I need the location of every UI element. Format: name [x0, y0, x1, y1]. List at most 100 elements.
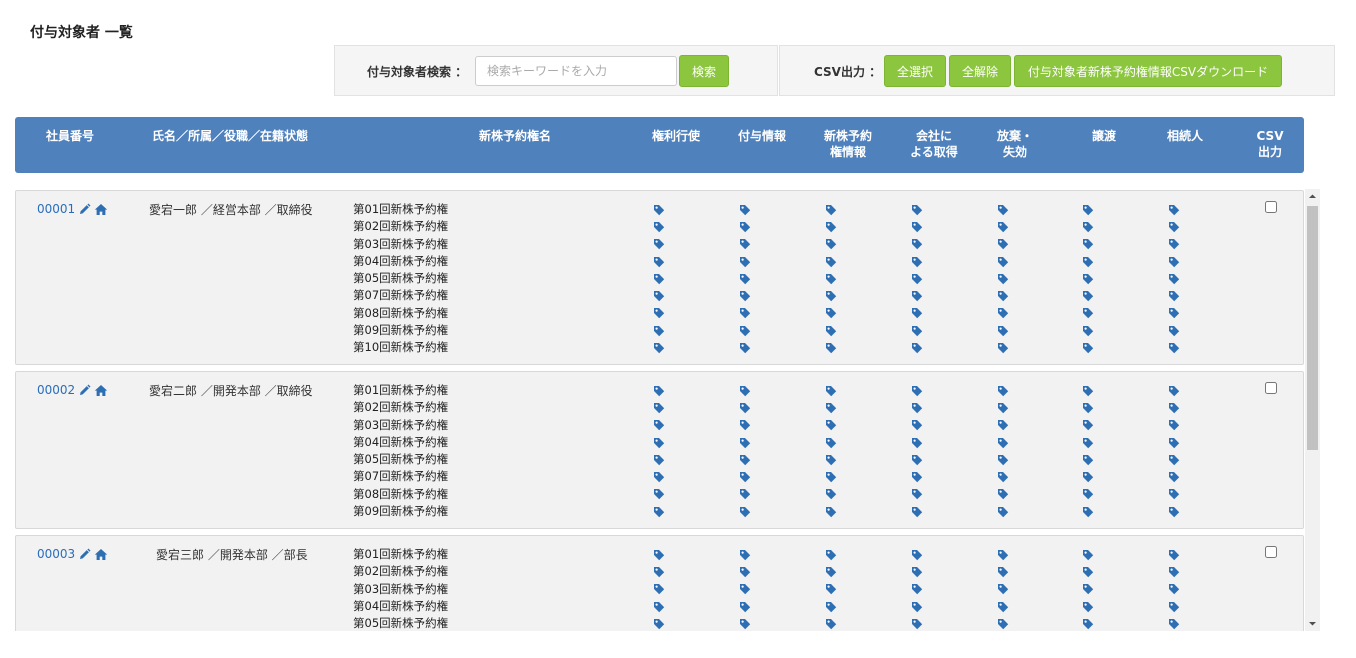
tag-icon[interactable] — [739, 305, 751, 322]
employee-id-link[interactable]: 00003 — [37, 547, 75, 561]
tag-icon[interactable] — [997, 399, 1009, 416]
tag-icon[interactable] — [911, 305, 923, 322]
tag-icon[interactable] — [825, 598, 837, 615]
tag-icon[interactable] — [911, 270, 923, 287]
tag-icon[interactable] — [1082, 417, 1094, 434]
tag-icon[interactable] — [653, 287, 665, 304]
tag-icon[interactable] — [911, 417, 923, 434]
tag-icon[interactable] — [911, 615, 923, 631]
tag-icon[interactable] — [825, 563, 837, 580]
tag-icon[interactable] — [1168, 399, 1180, 416]
tag-icon[interactable] — [911, 581, 923, 598]
tag-icon[interactable] — [1082, 546, 1094, 563]
tag-icon[interactable] — [825, 218, 837, 235]
tag-icon[interactable] — [1082, 253, 1094, 270]
tag-icon[interactable] — [1082, 201, 1094, 218]
tag-icon[interactable] — [653, 451, 665, 468]
tag-icon[interactable] — [911, 434, 923, 451]
search-button[interactable]: 検索 — [679, 55, 729, 87]
tag-icon[interactable] — [997, 382, 1009, 399]
employee-id-link[interactable]: 00001 — [37, 202, 75, 216]
search-input[interactable] — [475, 56, 677, 86]
tag-icon[interactable] — [1082, 399, 1094, 416]
tag-icon[interactable] — [1168, 322, 1180, 339]
tag-icon[interactable] — [1082, 563, 1094, 580]
tag-icon[interactable] — [911, 201, 923, 218]
tag-icon[interactable] — [1168, 434, 1180, 451]
tag-icon[interactable] — [825, 201, 837, 218]
tag-icon[interactable] — [911, 236, 923, 253]
tag-icon[interactable] — [1082, 598, 1094, 615]
tag-icon[interactable] — [911, 503, 923, 520]
tag-icon[interactable] — [997, 201, 1009, 218]
tag-icon[interactable] — [739, 218, 751, 235]
tag-icon[interactable] — [825, 382, 837, 399]
tag-icon[interactable] — [997, 434, 1009, 451]
tag-icon[interactable] — [997, 486, 1009, 503]
tag-icon[interactable] — [825, 581, 837, 598]
home-icon[interactable] — [94, 203, 108, 216]
tag-icon[interactable] — [997, 236, 1009, 253]
tag-icon[interactable] — [1082, 270, 1094, 287]
tag-icon[interactable] — [825, 253, 837, 270]
tag-icon[interactable] — [653, 270, 665, 287]
tag-icon[interactable] — [1168, 581, 1180, 598]
tag-icon[interactable] — [825, 399, 837, 416]
tag-icon[interactable] — [825, 451, 837, 468]
tag-icon[interactable] — [1168, 451, 1180, 468]
tag-icon[interactable] — [653, 339, 665, 356]
tag-icon[interactable] — [653, 503, 665, 520]
tag-icon[interactable] — [825, 615, 837, 631]
tag-icon[interactable] — [653, 546, 665, 563]
tag-icon[interactable] — [911, 563, 923, 580]
tag-icon[interactable] — [1168, 468, 1180, 485]
tag-icon[interactable] — [653, 598, 665, 615]
tag-icon[interactable] — [997, 451, 1009, 468]
tag-icon[interactable] — [1168, 503, 1180, 520]
tag-icon[interactable] — [739, 399, 751, 416]
tag-icon[interactable] — [1082, 486, 1094, 503]
tag-icon[interactable] — [1082, 322, 1094, 339]
tag-icon[interactable] — [997, 503, 1009, 520]
csv-output-checkbox[interactable] — [1265, 382, 1277, 394]
tag-icon[interactable] — [653, 305, 665, 322]
tag-icon[interactable] — [825, 339, 837, 356]
tag-icon[interactable] — [1082, 287, 1094, 304]
tag-icon[interactable] — [825, 287, 837, 304]
pencil-icon[interactable] — [78, 548, 91, 561]
tag-icon[interactable] — [653, 201, 665, 218]
tag-icon[interactable] — [1168, 236, 1180, 253]
tag-icon[interactable] — [997, 468, 1009, 485]
tag-icon[interactable] — [653, 468, 665, 485]
tag-icon[interactable] — [1082, 503, 1094, 520]
tag-icon[interactable] — [739, 236, 751, 253]
tag-icon[interactable] — [739, 451, 751, 468]
tag-icon[interactable] — [911, 598, 923, 615]
tag-icon[interactable] — [825, 270, 837, 287]
tag-icon[interactable] — [653, 434, 665, 451]
csv-download-button[interactable]: 付与対象者新株予約権情報CSVダウンロード — [1014, 55, 1282, 87]
tag-icon[interactable] — [739, 322, 751, 339]
tag-icon[interactable] — [739, 253, 751, 270]
tag-icon[interactable] — [1168, 563, 1180, 580]
tag-icon[interactable] — [825, 468, 837, 485]
tag-icon[interactable] — [1168, 253, 1180, 270]
tag-icon[interactable] — [653, 382, 665, 399]
tag-icon[interactable] — [1168, 417, 1180, 434]
tag-icon[interactable] — [825, 322, 837, 339]
tag-icon[interactable] — [997, 218, 1009, 235]
tag-icon[interactable] — [1082, 339, 1094, 356]
tag-icon[interactable] — [653, 253, 665, 270]
deselect-all-button[interactable]: 全解除 — [949, 55, 1011, 87]
tag-icon[interactable] — [997, 563, 1009, 580]
tag-icon[interactable] — [825, 305, 837, 322]
tag-icon[interactable] — [1168, 382, 1180, 399]
tag-icon[interactable] — [1168, 486, 1180, 503]
tag-icon[interactable] — [997, 417, 1009, 434]
tag-icon[interactable] — [739, 563, 751, 580]
employee-id-link[interactable]: 00002 — [37, 383, 75, 397]
select-all-button[interactable]: 全選択 — [884, 55, 946, 87]
tag-icon[interactable] — [911, 287, 923, 304]
tag-icon[interactable] — [911, 253, 923, 270]
tag-icon[interactable] — [739, 503, 751, 520]
